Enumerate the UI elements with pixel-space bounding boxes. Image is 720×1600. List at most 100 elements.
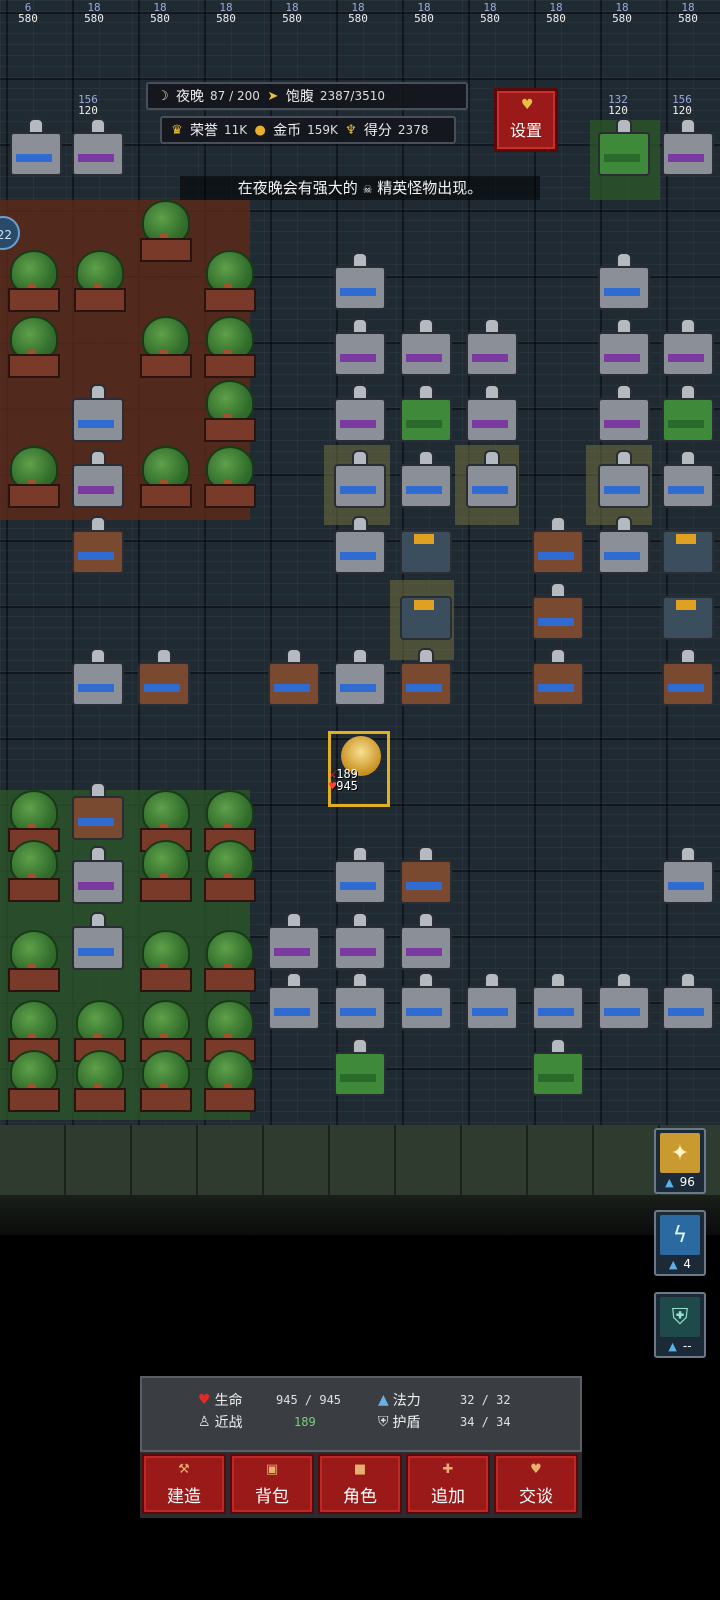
shield-icon: ⛨ (378, 1414, 389, 1430)
machine[interactable] (528, 972, 584, 1030)
machine[interactable] (396, 318, 452, 376)
machine[interactable] (462, 450, 518, 508)
trophy-icon: ♆ (345, 122, 357, 138)
tower-stat: 18 580 (678, 1, 698, 25)
settings-button[interactable]: ♥ 设置 (494, 88, 558, 152)
tree[interactable] (4, 930, 60, 992)
machine[interactable] (396, 450, 452, 508)
machine[interactable] (462, 972, 518, 1030)
machine[interactable] (396, 972, 452, 1030)
tree[interactable] (4, 316, 60, 378)
machine[interactable] (658, 118, 714, 176)
machine[interactable] (396, 384, 452, 442)
append-label: 追加 (431, 1487, 465, 1507)
machine[interactable] (594, 516, 650, 574)
machine[interactable] (658, 384, 714, 442)
action-bar: ⚒ 建造 ▣ 背包 ■ 角色 ✚ 追加 ♥ 交谈 (140, 1452, 582, 1518)
tree[interactable] (136, 840, 192, 902)
machine[interactable] (658, 516, 714, 574)
machine[interactable] (396, 912, 452, 970)
mana-value: 32 / 32 (460, 1393, 511, 1407)
tree[interactable] (200, 930, 256, 992)
machine[interactable] (396, 648, 452, 706)
tree[interactable] (70, 250, 126, 312)
tree[interactable] (136, 446, 192, 508)
machine[interactable] (264, 972, 320, 1030)
machine[interactable] (594, 972, 650, 1030)
machine[interactable] (330, 450, 386, 508)
potion-icon: ▲ (668, 1340, 677, 1353)
machine[interactable] (594, 450, 650, 508)
machine[interactable] (658, 582, 714, 640)
tree[interactable] (136, 1050, 192, 1112)
machine[interactable] (68, 516, 124, 574)
machine[interactable] (264, 912, 320, 970)
machine[interactable] (6, 118, 62, 176)
talk-button[interactable]: ♥ 交谈 (494, 1454, 578, 1514)
machine[interactable] (264, 648, 320, 706)
build-button[interactable]: ⚒ 建造 (142, 1454, 226, 1514)
machine[interactable] (330, 648, 386, 706)
tree[interactable] (200, 1050, 256, 1112)
tree[interactable] (200, 380, 256, 442)
machine[interactable] (658, 450, 714, 508)
append-button[interactable]: ✚ 追加 (406, 1454, 490, 1514)
machine[interactable] (396, 846, 452, 904)
machine[interactable] (396, 516, 452, 574)
machine[interactable] (330, 912, 386, 970)
player-character[interactable]: ⚔189 ♥945 (328, 731, 390, 807)
machine[interactable] (594, 118, 650, 176)
honor-label: 荣誉 (190, 123, 218, 139)
machine[interactable] (330, 318, 386, 376)
machine[interactable] (528, 1038, 584, 1096)
machine[interactable] (528, 582, 584, 640)
machine[interactable] (658, 648, 714, 706)
tree[interactable] (136, 200, 192, 262)
backpack-button[interactable]: ▣ 背包 (230, 1454, 314, 1514)
machine[interactable] (462, 384, 518, 442)
machine[interactable] (658, 846, 714, 904)
heart-icon: ♥ (521, 97, 534, 113)
tree[interactable] (4, 840, 60, 902)
machine[interactable] (68, 912, 124, 970)
skill-slot-2[interactable]: ϟ ▲ 4 (654, 1210, 706, 1276)
tree[interactable] (136, 316, 192, 378)
machine[interactable] (658, 972, 714, 1030)
machine[interactable] (528, 516, 584, 574)
skill-slot-1[interactable]: ✦ ▲ 96 (654, 1128, 706, 1194)
skill-slot-3[interactable]: ⛨ ▲ -- (654, 1292, 706, 1358)
machine[interactable] (594, 384, 650, 442)
machine[interactable] (330, 972, 386, 1030)
moon-icon: ☽ (157, 88, 169, 104)
machine[interactable] (594, 318, 650, 376)
machine[interactable] (68, 782, 124, 840)
character-button[interactable]: ■ 角色 (318, 1454, 402, 1514)
machine[interactable] (68, 118, 124, 176)
tree[interactable] (200, 446, 256, 508)
tree[interactable] (200, 840, 256, 902)
machine[interactable] (68, 384, 124, 442)
tree[interactable] (4, 1050, 60, 1112)
shield-label: 护盾 (392, 1415, 421, 1431)
machine[interactable] (68, 846, 124, 904)
tree[interactable] (200, 250, 256, 312)
machine[interactable] (330, 384, 386, 442)
machine[interactable] (330, 516, 386, 574)
machine[interactable] (658, 318, 714, 376)
tree[interactable] (70, 1050, 126, 1112)
potion-icon: ▲ (665, 1176, 674, 1189)
machine[interactable] (594, 252, 650, 310)
tree[interactable] (4, 446, 60, 508)
tree[interactable] (136, 930, 192, 992)
machine[interactable] (462, 318, 518, 376)
machine[interactable] (68, 648, 124, 706)
machine[interactable] (330, 846, 386, 904)
tree[interactable] (200, 316, 256, 378)
machine[interactable] (528, 648, 584, 706)
machine[interactable] (396, 582, 452, 640)
machine[interactable] (68, 450, 124, 508)
machine[interactable] (134, 648, 190, 706)
machine[interactable] (330, 1038, 386, 1096)
tree[interactable] (4, 250, 60, 312)
machine[interactable] (330, 252, 386, 310)
